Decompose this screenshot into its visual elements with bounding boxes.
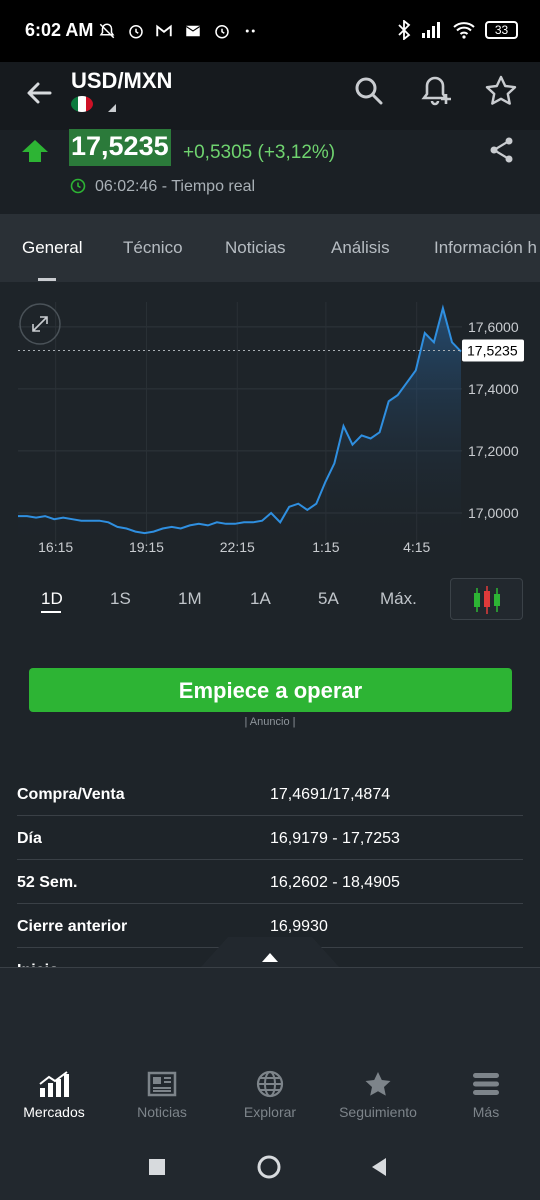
status-bar: 6:02 AM 33 [0,0,540,62]
arrow-up-icon [22,140,48,162]
price-change: +0,5305 (+3,12%) [183,142,336,163]
clock-icon [70,178,86,194]
pair-title: USD/MXN [71,68,173,93]
current-price-tag: 17,5235 [462,339,524,362]
status-time: 6:02 AM [25,20,94,40]
nav-noticias[interactable]: Noticias [108,1070,216,1120]
chevron-up-icon[interactable] [262,953,278,962]
star-icon[interactable] [484,74,518,108]
quote-panel: 17,5235 +0,5305 (+3,12%) 06:02:46 - Tiem… [0,129,540,214]
current-price-label: 17,5235 [467,343,518,359]
menu-icon [473,1073,499,1095]
share-icon[interactable] [488,136,516,164]
tab-general[interactable]: General [22,238,82,258]
stat-key: Cierre anterior [17,918,128,935]
range-1d[interactable]: 1D [41,589,63,609]
stat-value: 17,4691/17,4874 [270,786,391,803]
price-chart[interactable]: 17,6000 17,4000 17,2000 17,0000 16:15 19:15 2… [0,282,540,562]
stat-value: 16,9930 [270,918,328,935]
tab-noticias[interactable]: Noticias [225,238,285,258]
system-navigation [0,1140,540,1200]
stat-row: Día 16,9179 - 17,7253 [17,816,523,860]
search-icon[interactable] [352,74,386,108]
mexico-flag-icon[interactable] [71,96,93,112]
range-max[interactable]: Máx. [380,589,417,609]
active-tab-indicator [38,278,56,281]
y-tick-label: 17,2000 [468,443,519,459]
y-tick-label: 17,6000 [468,319,519,335]
add-alert-icon[interactable] [420,74,454,108]
back-button[interactable] [370,1157,388,1177]
x-tick-label: 1:15 [312,539,339,555]
range-1m[interactable]: 1M [178,589,202,609]
nav-label: Seguimiento [339,1104,417,1120]
range-1s[interactable]: 1S [110,589,131,609]
x-tick-label: 16:15 [38,539,73,555]
quote-time: 06:02:46 [95,178,158,195]
mute-icon [99,23,115,38]
bottom-navigation: Mercados Noticias Explorar Seguimiento M… [0,1070,540,1130]
newspaper-icon [147,1071,177,1097]
y-tick-label: 17,0000 [468,505,519,521]
realtime-suffix: - Tiempo real [161,178,256,195]
nav-mas[interactable]: Más [432,1070,540,1120]
chart-area [18,308,461,544]
section-tabs: General Técnico Noticias Análisis Inform… [0,214,540,282]
start-trading-button[interactable]: Empiece a operar [29,668,512,712]
time-range-selector: 1D 1S 1M 1A 5A Máx. [0,575,540,623]
alarm-icon [215,24,229,39]
y-tick-label: 17,4000 [468,381,519,397]
candlestick-icon [474,586,500,614]
home-button[interactable] [256,1154,282,1180]
wifi-icon [453,22,475,39]
tab-informacion[interactable]: Información h [434,238,537,258]
more-dots-icon [245,29,255,33]
star-icon [365,1072,391,1096]
nav-explorar[interactable]: Explorar [216,1070,324,1120]
tab-analisis[interactable]: Análisis [331,238,390,258]
stat-row: 52 Sem. 16,2602 - 18,4905 [17,860,523,904]
globe-icon [256,1070,284,1098]
stat-row: Compra/Venta 17,4691/17,4874 [17,772,523,816]
last-price: 17,5235 [69,129,171,166]
stat-key: Compra/Venta [17,786,125,803]
stat-value: 16,2602 - 18,4905 [270,874,400,891]
system-icons: 33 [397,20,518,40]
nav-label: Más [472,1104,500,1120]
battery-indicator: 33 [485,21,518,39]
x-tick-label: 22:15 [220,539,255,555]
nav-mercados[interactable]: Mercados [0,1070,108,1120]
bluetooth-icon [398,20,411,40]
recents-button[interactable] [148,1158,166,1176]
tab-tecnico[interactable]: Técnico [123,238,183,258]
instrument-header: USD/MXN [0,62,540,130]
mail-icon [186,25,201,36]
flag-dropdown-caret[interactable] [108,104,116,112]
x-tick-label: 19:15 [129,539,164,555]
signal-icon [422,22,440,38]
stat-value: 16,9179 - 17,7253 [270,830,400,847]
candlestick-toggle-button[interactable] [450,578,523,620]
range-5a[interactable]: 5A [318,589,339,609]
active-range-indicator [41,611,61,613]
stat-key: Día [17,830,42,847]
realtime-label: 06:02:46 - Tiempo real [95,178,255,196]
nav-seguimiento[interactable]: Seguimiento [324,1070,432,1120]
alarm-icon [128,24,143,39]
notification-icons [98,20,260,40]
ad-label: | Anuncio | [244,716,296,728]
range-1a[interactable]: 1A [250,589,271,609]
stat-key: 52 Sem. [17,874,78,891]
nav-label: Explorar [243,1104,297,1120]
x-tick-label: 4:15 [403,539,430,555]
expand-icon[interactable] [19,303,61,345]
back-arrow-icon[interactable] [22,76,56,110]
nav-label: Mercados [23,1104,85,1120]
gmail-icon [156,24,173,36]
markets-chart-icon [39,1071,69,1097]
nav-label: Noticias [137,1104,187,1120]
